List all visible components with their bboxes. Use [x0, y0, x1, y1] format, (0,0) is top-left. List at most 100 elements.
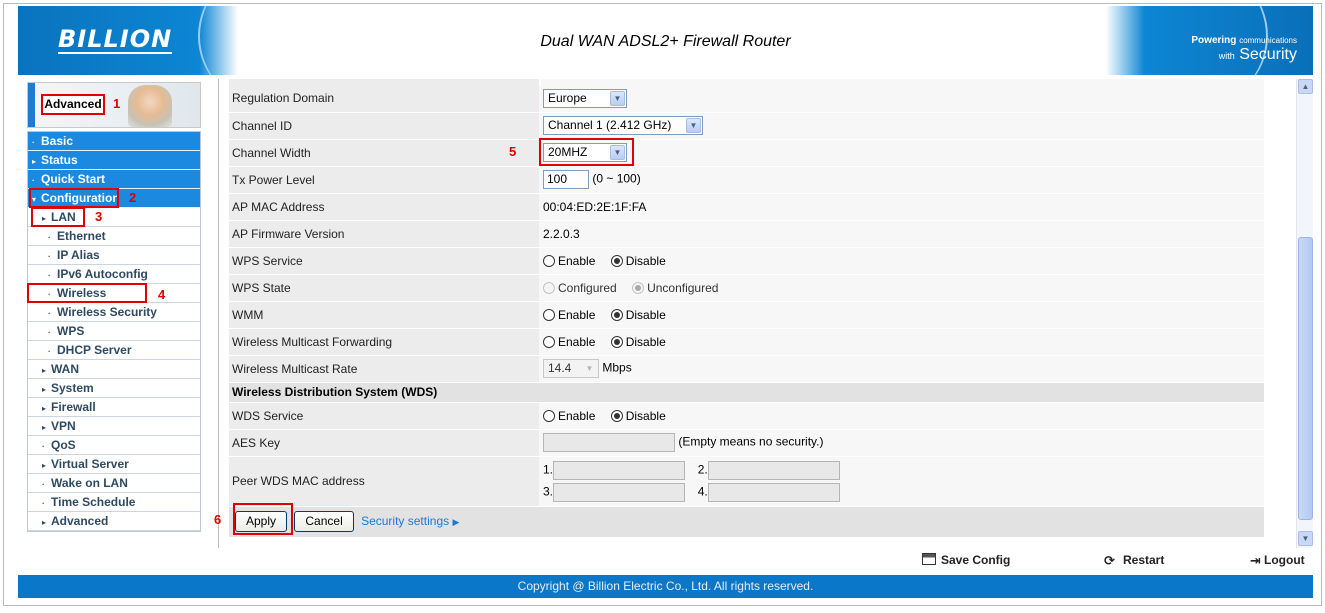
chevron-down-icon: ▼ — [686, 118, 701, 133]
row-regulation-domain: Regulation Domain Europe ▼ — [229, 85, 1264, 113]
sidebar-item-qos[interactable]: · QoS — [28, 436, 200, 455]
banner-photo — [128, 85, 172, 127]
bullet-icon: · — [42, 442, 45, 451]
wps-service-disable-radio[interactable] — [610, 254, 623, 267]
security-settings-link[interactable]: Security settings ▶ — [361, 514, 459, 528]
radio-label: Enable — [558, 408, 596, 423]
wmm-enable-radio[interactable] — [543, 308, 555, 321]
multicast-fwd-enable-radio[interactable] — [543, 335, 555, 348]
label: WMM — [229, 301, 539, 329]
sidebar-item-wireless-security[interactable]: · Wireless Security — [28, 303, 200, 322]
sidebar-item-vpn[interactable]: ▸ VPN — [28, 417, 200, 436]
restart-icon: ⟳ — [1104, 553, 1115, 568]
callout-4: 4 — [158, 287, 166, 302]
sidebar-item-wan[interactable]: ▸ WAN — [28, 360, 200, 379]
callout-2: 2 — [129, 190, 137, 205]
sidebar-item-virtual-server[interactable]: ▸ Virtual Server — [28, 455, 200, 474]
bullet-icon: · — [48, 328, 51, 337]
sidebar-item-ip-alias[interactable]: · IP Alias — [28, 246, 200, 265]
sidebar-item-basic[interactable]: · Basic — [28, 132, 200, 151]
sidebar-item-label: WAN — [51, 362, 79, 376]
select-value: Europe — [548, 90, 587, 105]
sidebar-item-wps[interactable]: · WPS — [28, 322, 200, 341]
wps-service-enable-radio[interactable] — [543, 254, 555, 267]
multicast-rate-unit: Mbps — [602, 360, 632, 375]
wps-state-unconfigured-radio — [632, 281, 645, 294]
multicast-fwd-disable-radio[interactable] — [610, 335, 623, 348]
sidebar-item-wake-on-lan[interactable]: · Wake on LAN — [28, 474, 200, 493]
sidebar-item-label: Wake on LAN — [51, 476, 128, 490]
bullet-icon: · — [48, 252, 51, 261]
row-wds-service: WDS Service Enable Disable — [229, 402, 1264, 430]
sidebar-item-firewall[interactable]: ▸ Firewall — [28, 398, 200, 417]
sidebar-item-dhcp-server[interactable]: · DHCP Server — [28, 341, 200, 360]
sidebar-item-ipv6-autoconfig[interactable]: · IPv6 Autoconfig — [28, 265, 200, 284]
bullet-icon: · — [48, 347, 51, 356]
vertical-scrollbar[interactable]: ▲ ▼ — [1296, 79, 1313, 548]
scroll-down-icon[interactable]: ▼ — [1298, 531, 1313, 546]
sidebar-item-quick-start[interactable]: · Quick Start — [28, 170, 200, 189]
sidebar-item-ethernet[interactable]: · Ethernet — [28, 227, 200, 246]
restart-button[interactable]: ⟳ Restart — [1104, 553, 1164, 568]
sidebar-item-label: IPv6 Autoconfig — [57, 267, 148, 281]
chevron-right-icon: ▸ — [42, 518, 47, 527]
cancel-button[interactable]: Cancel — [294, 511, 354, 532]
bullet-icon: · — [48, 309, 51, 318]
row-tx-power: Tx Power Level 100 (0 ~ 100) — [229, 166, 1264, 194]
wds-enable-radio[interactable] — [543, 409, 555, 422]
header-banner: BILLION Dual WAN ADSL2+ Firewall Router … — [18, 6, 1313, 75]
callout-box-wireless — [27, 283, 147, 303]
peer-mac-index: 1. — [543, 462, 554, 477]
row-channel-id: Channel ID Channel 1 (2.412 GHz) ▼ — [229, 112, 1264, 140]
radio-label: Enable — [558, 307, 596, 322]
multicast-rate-select: 14.4 ▼ — [543, 359, 599, 378]
row-buttons: Apply Cancel Security settings ▶ — [229, 506, 1264, 538]
sidebar-item-label: Status — [41, 153, 78, 167]
tagline-brand: Security — [1239, 46, 1297, 63]
label: Channel ID — [229, 112, 539, 140]
callout-3: 3 — [95, 209, 103, 224]
chevron-right-icon: ▸ — [42, 385, 47, 394]
wds-disable-radio[interactable] — [610, 409, 623, 422]
sidebar-item-label: Advanced — [51, 514, 109, 528]
advanced-mode-button[interactable]: Advanced — [41, 94, 105, 115]
tagline-main: Powering — [1191, 35, 1237, 46]
label: Channel Width — [229, 139, 539, 167]
sidebar-item-status[interactable]: ▸ Status — [28, 151, 200, 170]
scroll-up-icon[interactable]: ▲ — [1298, 79, 1313, 94]
sidebar-item-label: Firewall — [51, 400, 96, 414]
sidebar-item-label: QoS — [51, 438, 76, 452]
router-title: Dual WAN ADSL2+ Firewall Router — [540, 33, 791, 50]
sidebar-item-advanced[interactable]: ▸ Advanced — [28, 512, 200, 531]
label: WDS Service — [229, 402, 539, 430]
scroll-thumb[interactable] — [1298, 237, 1313, 520]
radio-label: Disable — [625, 307, 666, 322]
banner-accent — [28, 83, 35, 127]
ap-mac-value: 00:04:ED:2E:1F:FA — [539, 193, 1264, 221]
sidebar-item-label: Time Schedule — [51, 495, 136, 509]
channel-id-select[interactable]: Channel 1 (2.412 GHz) ▼ — [543, 116, 703, 135]
sidebar-item-system[interactable]: ▸ System — [28, 379, 200, 398]
save-config-button[interactable]: Save Config — [922, 553, 1010, 567]
row-wps-service: WPS Service Enable Disable — [229, 247, 1264, 275]
callout-6: 6 — [214, 512, 222, 527]
logout-button[interactable]: ⇥ Logout — [1250, 553, 1305, 568]
row-channel-width: Channel Width 20MHZ ▼ — [229, 139, 1264, 167]
row-aes-key: AES Key (Empty means no security.) — [229, 429, 1264, 457]
chevron-right-icon: ▸ — [42, 404, 47, 413]
select-value: 14.4 — [548, 361, 572, 375]
radio-label: Configured — [558, 280, 617, 295]
wmm-disable-radio[interactable] — [610, 308, 623, 321]
sidebar-item-label: IP Alias — [57, 248, 100, 262]
sidebar-item-label: Quick Start — [41, 172, 106, 186]
aes-key-input — [543, 433, 675, 452]
peer-mac-3-input — [553, 482, 686, 502]
regulation-domain-select[interactable]: Europe ▼ — [543, 88, 627, 108]
chevron-down-icon: ▼ — [582, 361, 597, 376]
sidebar-item-time-schedule[interactable]: · Time Schedule — [28, 493, 200, 512]
radio-label: Disable — [625, 334, 666, 349]
label: AES Key — [229, 429, 539, 457]
tx-power-input[interactable]: 100 — [543, 170, 589, 189]
pane-divider — [218, 79, 219, 548]
label: Wireless Multicast Rate — [229, 355, 539, 383]
